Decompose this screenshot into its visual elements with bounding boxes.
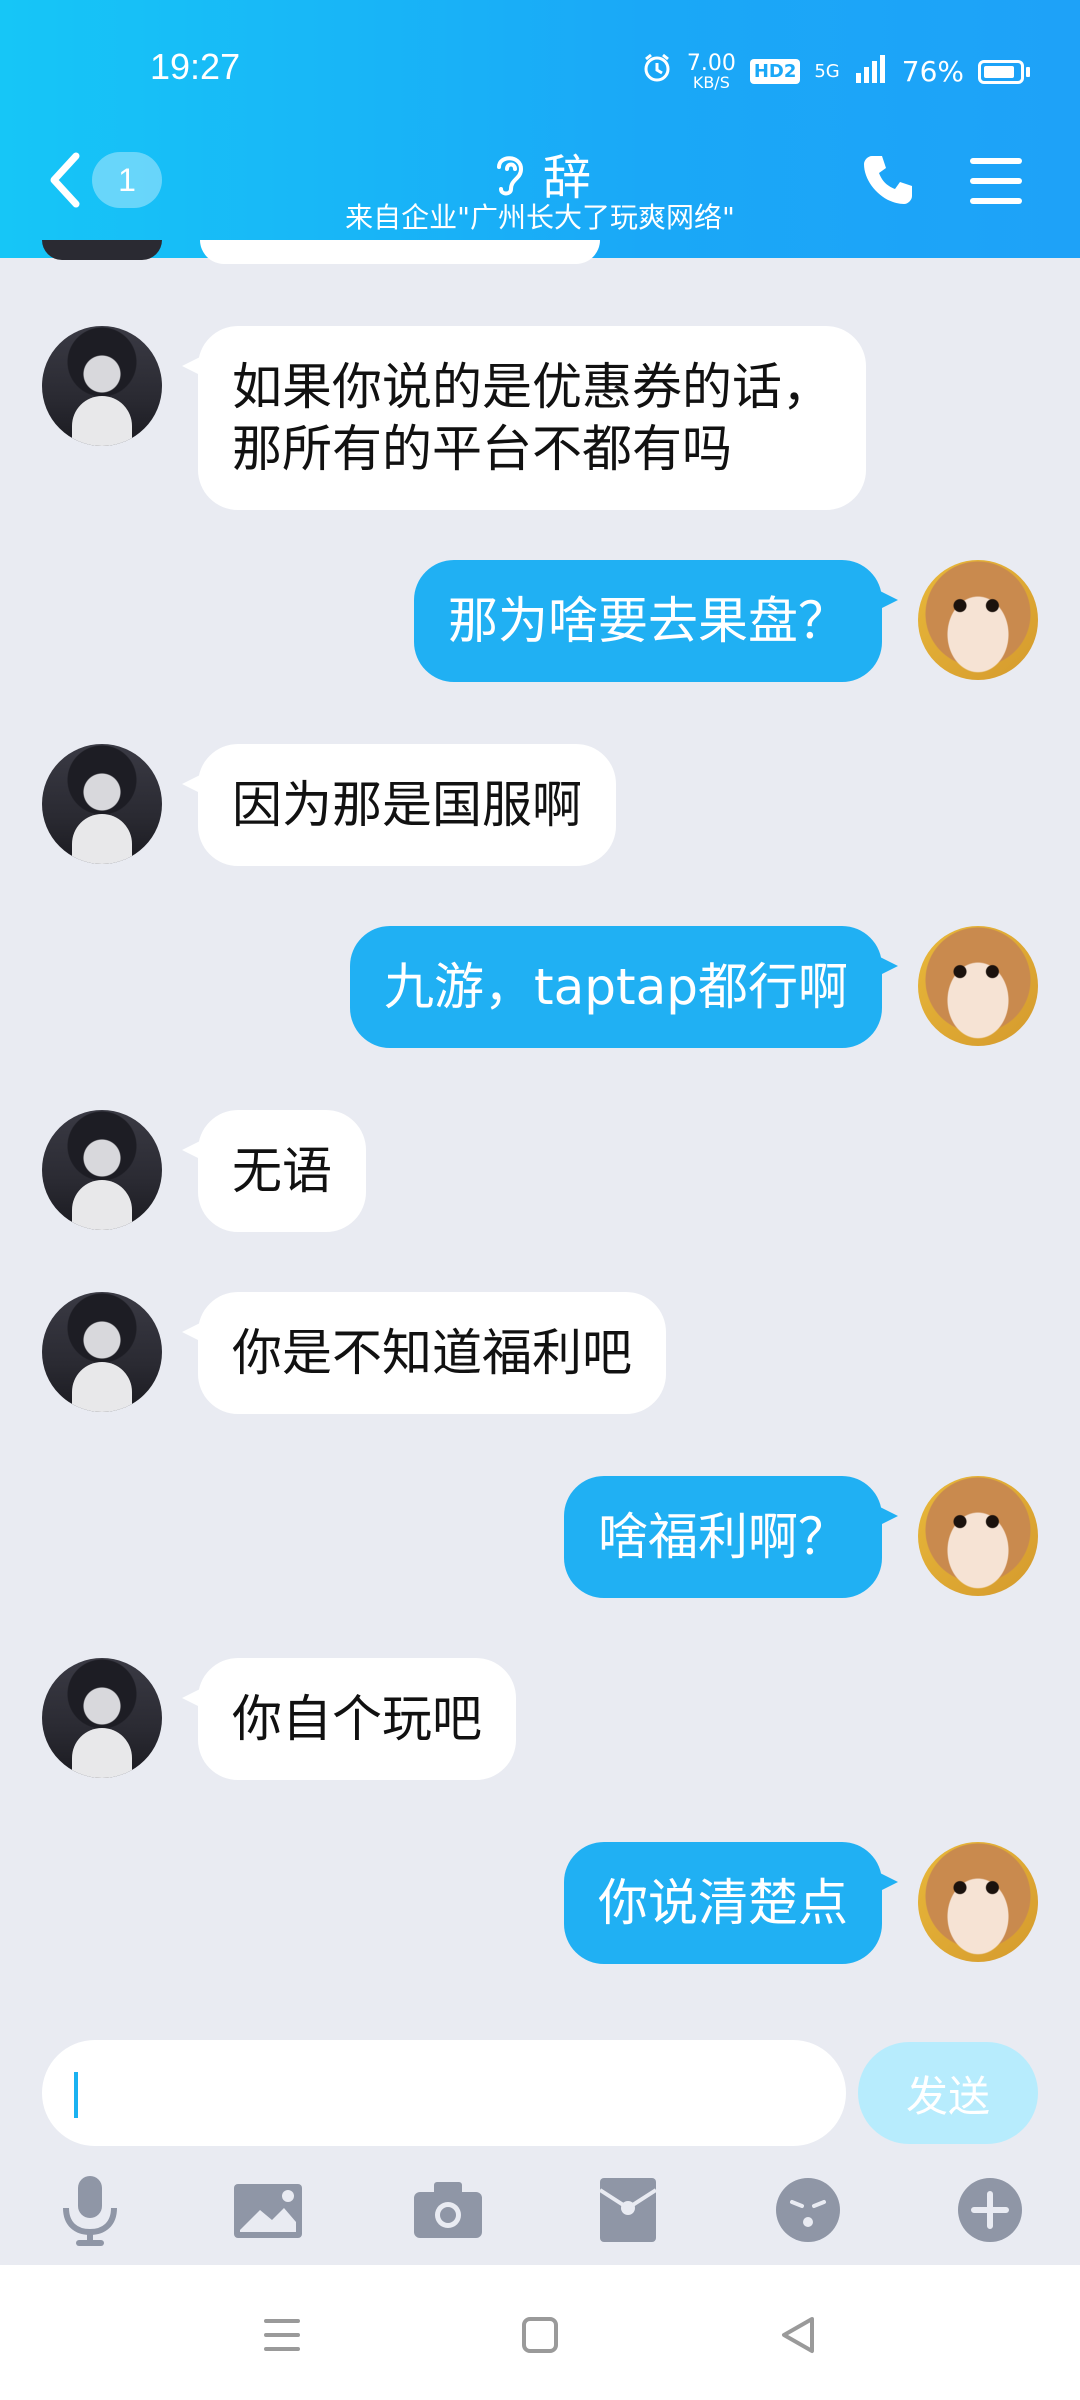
message-row: 你说清楚点 xyxy=(564,1842,1038,1964)
system-nav-bar xyxy=(0,2265,1080,2400)
more-menu-button[interactable] xyxy=(966,154,1026,208)
message-row: 那为啥要去果盘？ xyxy=(414,560,1038,682)
ear-icon xyxy=(496,156,523,196)
microphone-icon xyxy=(63,2176,117,2246)
call-button[interactable] xyxy=(858,150,918,210)
message-row: 九游，taptap都行啊 xyxy=(350,926,1038,1048)
home-icon xyxy=(522,2317,558,2353)
text-caret xyxy=(74,2072,78,2118)
chat-header: 19:27 7.00 KB/S HD2 5G 76% 1 辞 来自企业"广州长大… xyxy=(0,0,1080,258)
net-speed-value: 7.00 xyxy=(686,50,736,76)
more-button[interactable] xyxy=(954,2174,1026,2246)
battery-percent: 76% xyxy=(901,55,964,88)
contact-avatar[interactable] xyxy=(42,1110,162,1230)
home-button[interactable] xyxy=(510,2305,570,2365)
phone-icon xyxy=(864,156,912,204)
previous-avatar-edge xyxy=(42,240,162,260)
plus-icon xyxy=(958,2178,1022,2242)
menu-icon xyxy=(970,158,1022,204)
message-row: 如果你说的是优惠券的话， 那所有的平台不都有吗 xyxy=(42,326,866,510)
back-icon xyxy=(782,2317,814,2353)
menu-icon xyxy=(264,2319,300,2351)
contact-avatar[interactable] xyxy=(42,744,162,864)
red-envelope-button[interactable] xyxy=(592,2174,664,2246)
status-icons: 7.00 KB/S HD2 5G 76% xyxy=(641,52,1030,91)
my-avatar[interactable] xyxy=(918,560,1038,680)
hd-badge: HD2 xyxy=(749,59,801,84)
send-button[interactable]: 发送 xyxy=(858,2042,1038,2144)
message-bubble[interactable]: 因为那是国服啊 xyxy=(182,744,616,866)
message-row: 因为那是国服啊 xyxy=(42,744,616,866)
net-speed-unit: KB/S xyxy=(692,72,730,92)
previous-message-edge xyxy=(200,240,600,264)
message-bubble[interactable]: 无语 xyxy=(182,1110,366,1232)
message-bubble[interactable]: 你说清楚点 xyxy=(564,1842,898,1964)
message-bubble[interactable]: 九游，taptap都行啊 xyxy=(350,926,898,1048)
message-row: 无语 xyxy=(42,1110,366,1232)
contact-avatar[interactable] xyxy=(42,1658,162,1778)
message-row: 你自个玩吧 xyxy=(42,1658,516,1780)
message-bubble[interactable]: 啥福利啊？ xyxy=(564,1476,898,1598)
camera-button[interactable] xyxy=(412,2174,484,2246)
message-bubble[interactable]: 那为啥要去果盘？ xyxy=(414,560,898,682)
network-type: 5G xyxy=(814,61,840,82)
message-bubble[interactable]: 你是不知道福利吧 xyxy=(182,1292,666,1414)
net-speed: 7.00 KB/S xyxy=(686,50,736,92)
contact-avatar[interactable] xyxy=(42,326,162,446)
message-input[interactable] xyxy=(42,2040,846,2146)
contact-avatar[interactable] xyxy=(42,1292,162,1412)
my-avatar[interactable] xyxy=(918,926,1038,1046)
recent-apps-button[interactable] xyxy=(252,2305,312,2365)
image-button[interactable] xyxy=(232,2174,304,2246)
image-icon xyxy=(234,2184,302,2238)
status-time: 19:27 xyxy=(150,46,241,87)
message-bubble[interactable]: 如果你说的是优惠券的话， 那所有的平台不都有吗 xyxy=(182,326,866,510)
my-avatar[interactable] xyxy=(918,1842,1038,1962)
chat-subtitle: 来自企业"广州长大了玩爽网络" xyxy=(345,201,735,234)
signal-icon xyxy=(854,53,888,90)
message-bubble[interactable]: 你自个玩吧 xyxy=(182,1658,516,1780)
my-avatar[interactable] xyxy=(918,1476,1038,1596)
message-row: 啥福利啊？ xyxy=(564,1476,1038,1598)
emoji-button[interactable] xyxy=(772,2174,844,2246)
camera-icon xyxy=(414,2182,482,2238)
message-row: 你是不知道福利吧 xyxy=(42,1292,666,1414)
red-envelope-icon xyxy=(598,2178,658,2242)
alarm-icon xyxy=(641,52,673,91)
input-toolbar xyxy=(0,2166,1080,2256)
emoji-icon xyxy=(776,2178,840,2242)
voice-button[interactable] xyxy=(54,2174,126,2246)
system-back-button[interactable] xyxy=(768,2305,828,2365)
battery-icon xyxy=(978,59,1030,84)
